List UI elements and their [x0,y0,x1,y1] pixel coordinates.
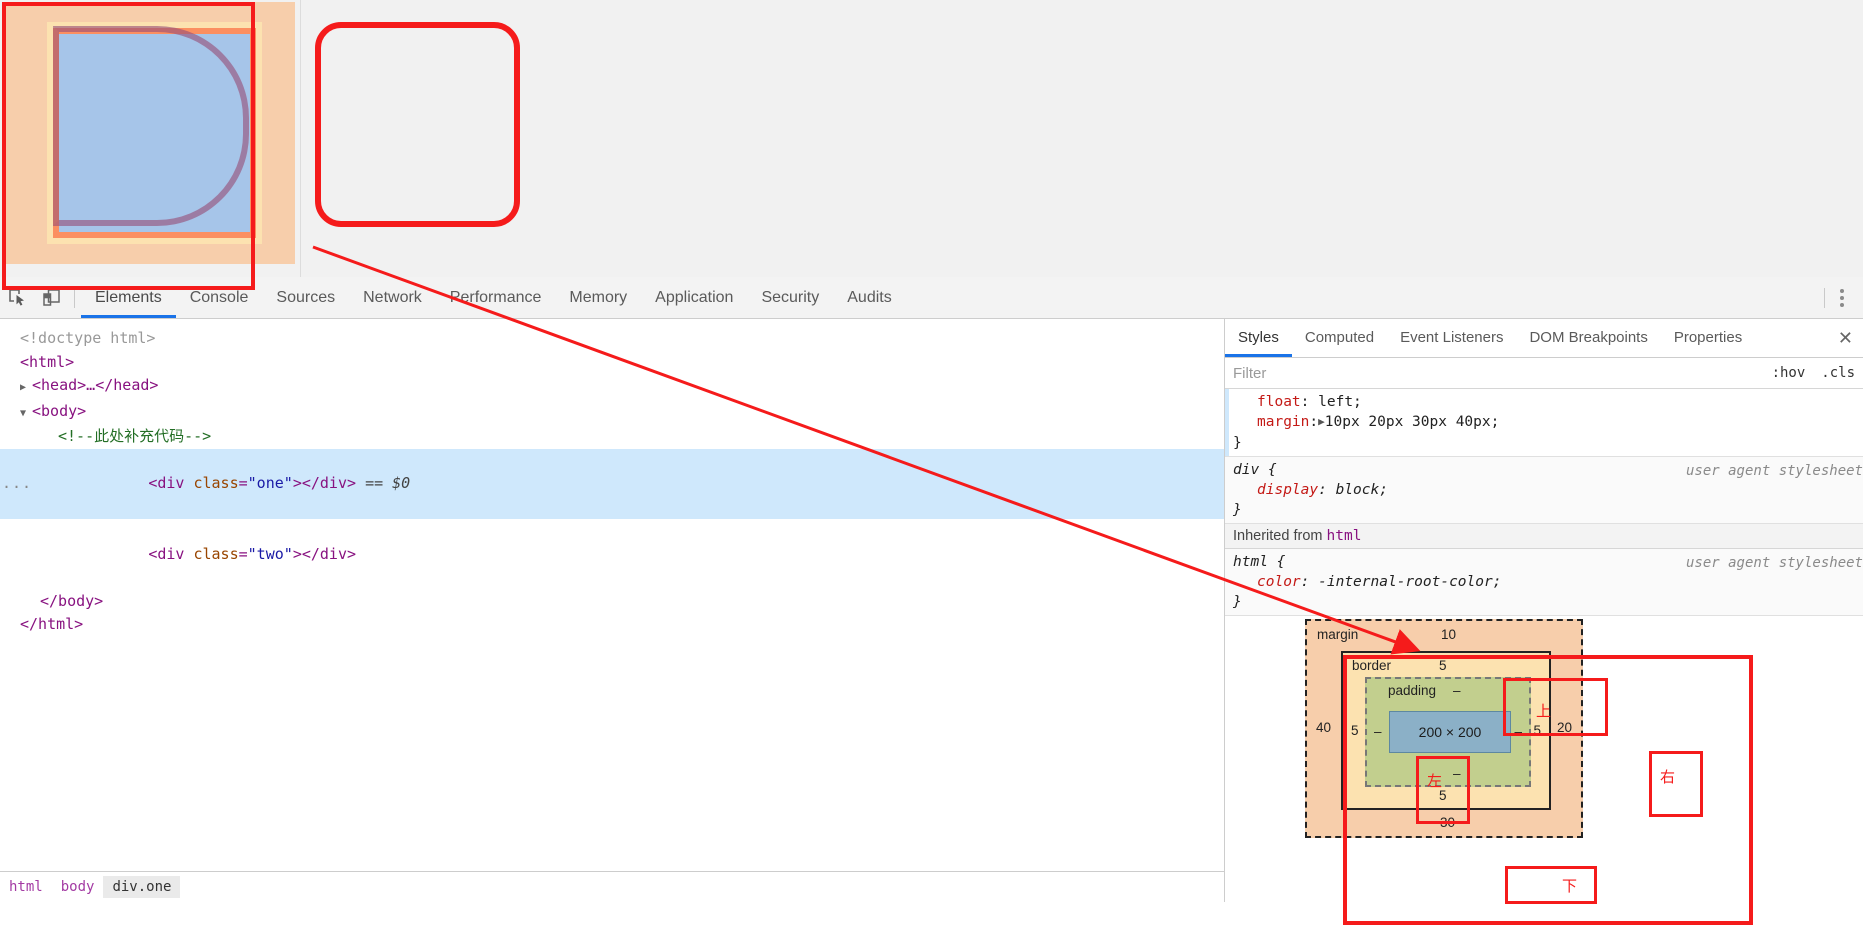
dom-node-doctype[interactable]: <!doctype html> [0,327,1224,351]
toolbar-divider [74,287,75,308]
body-open-text: <body> [32,401,87,420]
box-model-padding-right[interactable]: – [1514,724,1522,739]
html-open-text: <html> [20,352,75,371]
box-model-padding-label: padding [1388,683,1437,698]
box-model-padding[interactable]: padding – – – – 200 × 200 [1365,677,1531,787]
inherited-label: Inherited from [1233,528,1323,544]
breadcrumb-item-body[interactable]: body [52,876,104,898]
tab-memory[interactable]: Memory [555,277,641,318]
box-model-padding-left[interactable]: – [1374,724,1382,739]
dom-node-div-two[interactable]: <div class="two"></div> [0,519,1224,590]
dom-node-comment[interactable]: <!--此处补充代码--> [0,425,1224,449]
comment-text: <!--此处补充代码--> [58,427,212,445]
selected-node-marker: == $0 [365,474,411,492]
box-model-padding-bottom[interactable]: – [1453,766,1461,781]
css-prop-margin[interactable]: margin [1257,414,1309,430]
dom-node-head[interactable]: ▶ <head>…</head> [0,374,1224,400]
devtools-toolbar: Elements Console Sources Network Perform… [0,277,1863,319]
chevron-right-icon-margin[interactable]: ▶ [1318,412,1325,432]
dom-tree-pane: <!doctype html> <html> ▶ <head>…</head> ▼… [0,319,1225,902]
dom-node-div-one[interactable]: ... <div class="one"></div> == $0 [0,448,1224,519]
box-model-margin-top[interactable]: 10 [1441,627,1456,642]
html-close-text: </html> [20,615,84,633]
box-model-border-left[interactable]: 5 [1351,723,1359,738]
styles-pane-tabs: Styles Computed Event Listeners DOM Brea… [1225,319,1863,358]
tab-elements[interactable]: Elements [81,277,176,318]
styles-pane: Styles Computed Event Listeners DOM Brea… [1225,319,1863,902]
inherited-from-header: Inherited from html [1225,524,1863,549]
close-icon[interactable]: ✕ [1828,328,1863,349]
tab-event-listeners[interactable]: Event Listeners [1387,319,1516,357]
cls-toggle[interactable]: .cls [1813,365,1863,381]
box-model-padding-top[interactable]: – [1453,683,1461,698]
hov-toggle[interactable]: :hov [1764,365,1814,381]
tab-sources[interactable]: Sources [262,277,349,318]
tab-audits[interactable]: Audits [833,277,905,318]
breadcrumb-item-div-one[interactable]: div.one [103,876,181,898]
rule-origin-div: user agent stylesheet [1685,463,1863,479]
more-options-icon[interactable] [1831,277,1853,318]
css-rule-close-brace-html: } [1233,594,1242,610]
head-text: <head>…</head> [32,376,159,394]
css-rule-div-ua[interactable]: user agent stylesheet div { display: blo… [1225,457,1863,524]
box-model-border-bottom[interactable]: 5 [1439,788,1447,803]
breadcrumb: html body div.one [0,871,1224,902]
box-model-margin-bottom[interactable]: 30 [1440,815,1455,830]
selected-rule-stripe [1225,389,1229,456]
inherited-source-tag: html [1326,528,1362,544]
dom-tree: <!doctype html> <html> ▶ <head>…</head> ▼… [0,319,1224,637]
dom-node-body-close[interactable]: </body> [0,590,1224,614]
box-model-margin-left[interactable]: 40 [1316,720,1331,735]
tab-computed[interactable]: Computed [1292,319,1387,357]
page-viewport [0,0,1863,277]
devtools-window: Elements Console Sources Network Perform… [0,277,1863,935]
tab-styles[interactable]: Styles [1225,319,1292,357]
css-rule-close-brace: } [1233,435,1242,451]
toolbar-divider-right [1824,287,1825,308]
inspect-element-icon[interactable] [0,277,34,318]
box-model-content[interactable]: 200 × 200 [1389,711,1511,753]
css-rule-close-brace-div: } [1233,502,1242,518]
dom-node-html-close[interactable]: </html> [0,613,1224,637]
filter-input[interactable] [1225,364,1764,382]
tab-application[interactable]: Application [641,277,747,318]
chevron-right-icon[interactable]: ▶ [20,376,32,400]
chevron-down-icon[interactable]: ▼ [20,402,32,426]
box-model-margin[interactable]: margin 10 40 20 30 border 5 5 5 5 paddin… [1305,619,1583,838]
breadcrumb-item-html[interactable]: html [0,876,52,898]
dom-node-html-open[interactable]: <html> [0,351,1224,375]
css-value-color[interactable]: -internal-root-color; [1318,574,1501,590]
box-model-border-top[interactable]: 5 [1439,658,1447,673]
css-rule-html-ua[interactable]: user agent stylesheet html { color: -int… [1225,549,1863,616]
box-model-margin-label: margin [1317,627,1359,642]
node-ellipsis[interactable]: ... [2,472,32,496]
rule-origin-html: user agent stylesheet [1685,555,1863,571]
css-prop-color[interactable]: color [1257,574,1301,590]
css-value-margin[interactable]: 10px 20px 30px 40px; [1325,414,1500,430]
tab-security[interactable]: Security [747,277,833,318]
tab-performance[interactable]: Performance [436,277,556,318]
tab-network[interactable]: Network [349,277,436,318]
device-toolbar-icon[interactable] [34,277,68,318]
tab-dom-breakpoints[interactable]: DOM Breakpoints [1516,319,1660,357]
css-value-display[interactable]: block; [1336,482,1388,498]
dom-node-body-open[interactable]: ▼ <body> [0,400,1224,426]
css-prop-float[interactable]: float [1257,394,1301,410]
tab-console[interactable]: Console [176,277,263,318]
doctype-text: <!doctype html> [20,329,156,347]
element-rounded-border-overlay [53,26,249,226]
box-model-border[interactable]: border 5 5 5 5 padding – – – – 200 × 200 [1341,651,1551,810]
tab-properties[interactable]: Properties [1661,319,1755,357]
box-model-margin-right[interactable]: 20 [1557,720,1572,735]
css-value-float[interactable]: left; [1318,394,1362,410]
css-prop-display[interactable]: display [1257,482,1318,498]
body-close-text: </body> [40,591,104,610]
box-model-border-right[interactable]: 5 [1533,723,1541,738]
css-rule-element[interactable]: float: left; margin:▶10px 20px 30px 40px… [1225,389,1863,457]
box-model-diagram: margin 10 40 20 30 border 5 5 5 5 paddin… [1305,619,1583,838]
viewport-divider [300,0,301,277]
styles-filter-bar: :hov .cls [1225,358,1863,389]
box-model-border-label: border [1352,658,1392,673]
